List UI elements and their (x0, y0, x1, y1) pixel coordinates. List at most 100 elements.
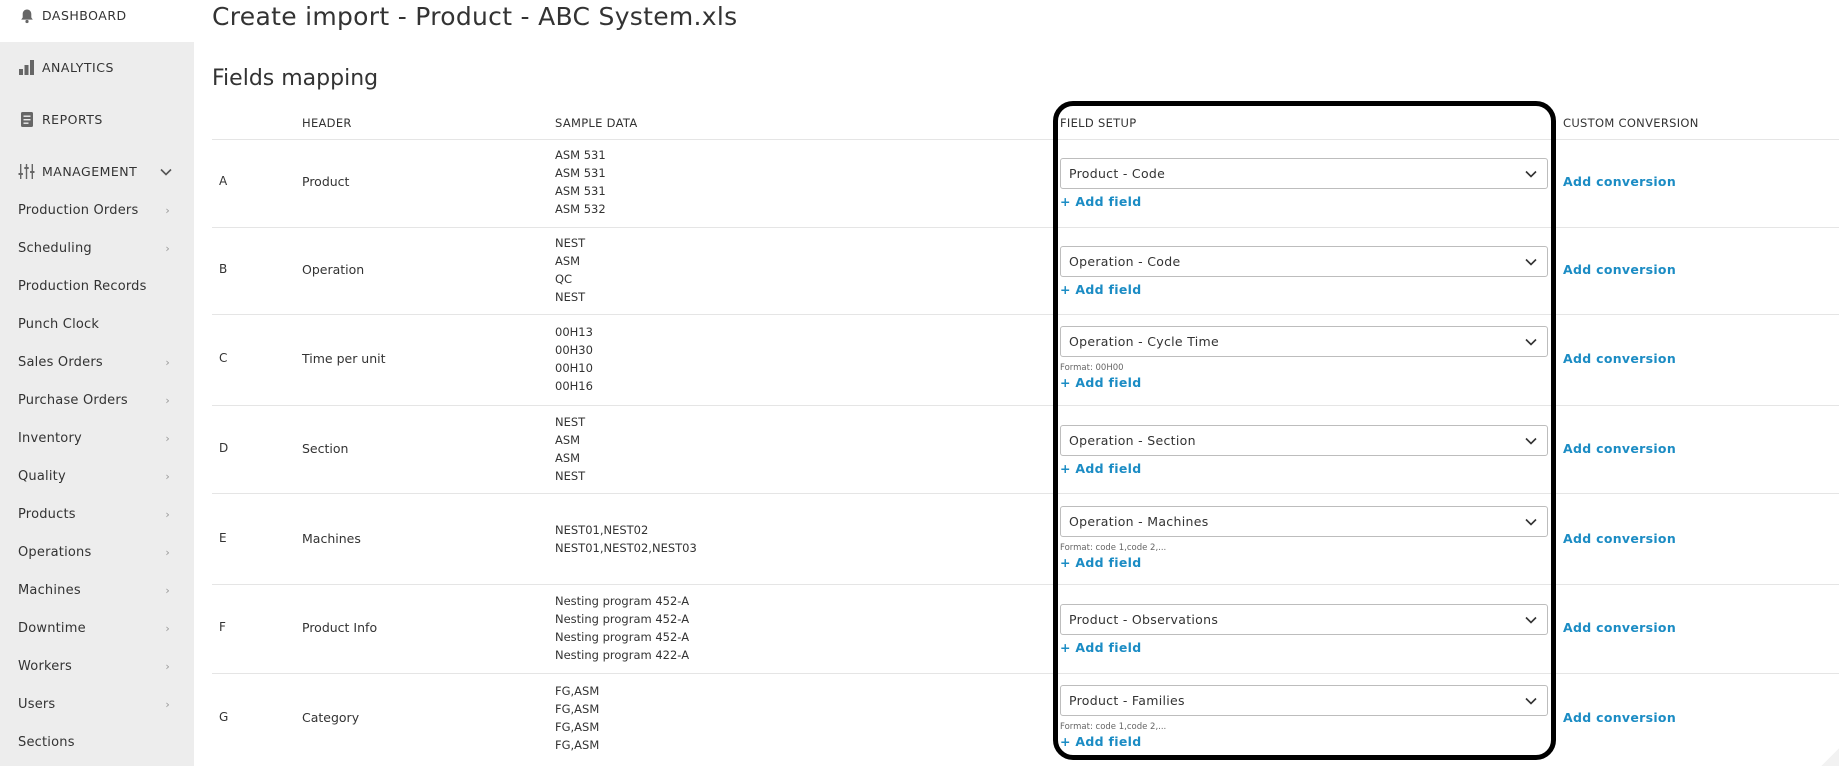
sidebar-item-label: Users (18, 697, 56, 712)
sidebar-item-workers[interactable]: Workers › (18, 659, 170, 674)
resize-corner (1821, 748, 1839, 766)
sidebar-item-production-records[interactable]: Production Records (18, 279, 170, 294)
add-field-link[interactable]: + Add field (1060, 282, 1141, 297)
add-conversion-link[interactable]: Add conversion (1563, 262, 1676, 277)
sidebar-item-label: Workers (18, 659, 72, 674)
row-header-name: Section (302, 441, 349, 456)
sample-data-value: Nesting program 452-A (555, 630, 690, 644)
sample-data-value: ASM 531 (555, 166, 606, 180)
sidebar-item-label: Downtime (18, 621, 86, 636)
chevron-down-icon (160, 165, 172, 179)
nav-reports[interactable]: REPORTS (18, 111, 103, 128)
add-conversion-link[interactable]: Add conversion (1563, 620, 1676, 635)
sidebar-item-punch-clock[interactable]: Punch Clock (18, 317, 170, 332)
chevron-down-icon (1524, 434, 1538, 448)
field-setup-value: Operation - Machines (1069, 514, 1209, 529)
sample-data-value: Nesting program 452-A (555, 612, 690, 626)
sidebar-item-products[interactable]: Products › (18, 507, 170, 522)
sample-data-list: NEST ASM ASM NEST (555, 413, 585, 485)
nav-management[interactable]: MANAGEMENT (18, 163, 176, 180)
sample-data-value: NEST (555, 415, 586, 429)
row-column-letter: E (219, 531, 227, 545)
nav-dashboard[interactable]: DASHBOARD (18, 7, 127, 24)
sample-data-list: Nesting program 452-A Nesting program 452… (555, 592, 689, 664)
sample-data-value: ASM 532 (555, 202, 606, 216)
field-setup-select[interactable]: Operation - Section (1060, 425, 1548, 456)
nav-reports-label: REPORTS (42, 112, 103, 127)
chevron-down-icon (1524, 515, 1538, 529)
chevron-right-icon: › (165, 242, 170, 255)
field-setup-value: Operation - Cycle Time (1069, 334, 1219, 349)
add-conversion-link[interactable]: Add conversion (1563, 531, 1676, 546)
add-field-link[interactable]: + Add field (1060, 194, 1141, 209)
sidebar-item-purchase-orders[interactable]: Purchase Orders › (18, 393, 170, 408)
chevron-right-icon: › (165, 698, 170, 711)
chevron-down-icon (1524, 255, 1538, 269)
field-setup-value: Product - Code (1069, 166, 1166, 181)
sample-data-list: FG,ASM FG,ASM FG,ASM FG,ASM (555, 682, 599, 754)
sidebar-item-scheduling[interactable]: Scheduling › (18, 241, 170, 256)
sliders-icon (18, 163, 35, 180)
row-header-name: Machines (302, 531, 361, 546)
row-divider (212, 493, 1839, 494)
add-conversion-link[interactable]: Add conversion (1563, 441, 1676, 456)
sample-data-value: FG,ASM (555, 738, 600, 752)
nav-analytics[interactable]: ANALYTICS (18, 59, 114, 76)
sidebar-item-operations[interactable]: Operations › (18, 545, 170, 560)
field-setup-select[interactable]: Operation - Cycle Time (1060, 326, 1548, 357)
row-divider (212, 584, 1839, 585)
nav-management-label: MANAGEMENT (42, 164, 138, 179)
field-setup-value: Operation - Section (1069, 433, 1196, 448)
add-field-link[interactable]: + Add field (1060, 555, 1141, 570)
chevron-right-icon: › (165, 546, 170, 559)
sample-data-value: Nesting program 452-A (555, 594, 690, 608)
sidebar-item-sales-orders[interactable]: Sales Orders › (18, 355, 170, 370)
sidebar: DASHBOARD ANALYTICS REPORTS MANAGEMENT P… (0, 0, 194, 766)
field-setup-select[interactable]: Product - Families (1060, 685, 1548, 716)
sidebar-item-users[interactable]: Users › (18, 697, 170, 712)
column-header-custom-conversion: CUSTOM CONVERSION (1563, 116, 1699, 130)
add-conversion-link[interactable]: Add conversion (1563, 710, 1676, 725)
sidebar-item-machines[interactable]: Machines › (18, 583, 170, 598)
sample-data-value: NEST01,NEST02 (555, 523, 649, 537)
sample-data-value: NEST01,NEST02,NEST03 (555, 541, 697, 555)
sidebar-item-inventory[interactable]: Inventory › (18, 431, 170, 446)
sample-data-list: ASM 531 ASM 531 ASM 531 ASM 532 (555, 146, 606, 218)
sample-data-value: ASM 531 (555, 184, 606, 198)
nav-dashboard-label: DASHBOARD (42, 8, 127, 23)
sample-data-value: FG,ASM (555, 684, 600, 698)
sidebar-item-label: Products (18, 507, 76, 522)
row-column-letter: D (219, 441, 229, 455)
add-conversion-link[interactable]: Add conversion (1563, 351, 1676, 366)
add-field-link[interactable]: + Add field (1060, 640, 1141, 655)
add-field-link[interactable]: + Add field (1060, 375, 1141, 390)
chevron-right-icon: › (165, 432, 170, 445)
row-divider (212, 405, 1839, 406)
sidebar-item-label: Purchase Orders (18, 393, 128, 408)
field-setup-select[interactable]: Product - Code (1060, 158, 1548, 189)
sample-data-list: NEST ASM QC NEST (555, 234, 585, 306)
column-header-header: HEADER (302, 116, 352, 130)
sidebar-item-downtime[interactable]: Downtime › (18, 621, 170, 636)
add-conversion-link[interactable]: Add conversion (1563, 174, 1676, 189)
sidebar-item-label: Sections (18, 735, 75, 750)
field-setup-value: Product - Families (1069, 693, 1185, 708)
sidebar-item-quality[interactable]: Quality › (18, 469, 170, 484)
add-field-link[interactable]: + Add field (1060, 734, 1141, 749)
field-format-hint: Format: code 1,code 2,... (1060, 722, 1167, 732)
add-field-link[interactable]: + Add field (1060, 461, 1141, 476)
sidebar-item-sections[interactable]: Sections (18, 735, 170, 750)
sidebar-item-label: Production Orders (18, 203, 139, 218)
sidebar-item-label: Inventory (18, 431, 82, 446)
chevron-right-icon: › (165, 584, 170, 597)
field-setup-select[interactable]: Operation - Code (1060, 246, 1548, 277)
chevron-down-icon (1524, 167, 1538, 181)
field-setup-select[interactable]: Operation - Machines (1060, 506, 1548, 537)
page-title: Create import - Product - ABC System.xls (212, 2, 738, 31)
sidebar-item-production-orders[interactable]: Production Orders › (18, 203, 170, 218)
field-setup-select[interactable]: Product - Observations (1060, 604, 1548, 635)
chevron-down-icon (1524, 613, 1538, 627)
field-format-hint: Format: code 1,code 2,... (1060, 543, 1167, 553)
sample-data-value: ASM (555, 451, 581, 465)
row-header-name: Product Info (302, 620, 378, 635)
